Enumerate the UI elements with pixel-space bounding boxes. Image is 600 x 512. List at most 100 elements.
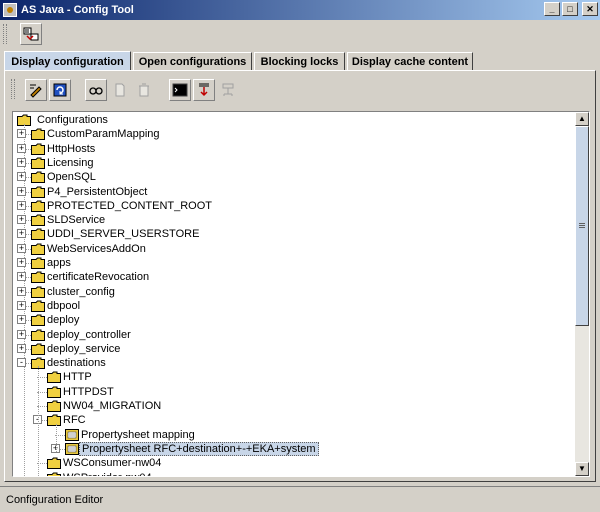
display-configuration-panel: Configurations + CustomParamMapping + HttpHo… bbox=[4, 70, 596, 482]
expand-icon[interactable]: + bbox=[17, 300, 26, 310]
search-button[interactable] bbox=[85, 79, 107, 101]
scroll-thumb[interactable] bbox=[575, 126, 589, 326]
tree-node-label: SLDService bbox=[47, 214, 106, 227]
tree-node[interactable]: + OpenSQL bbox=[13, 170, 573, 184]
maximize-button[interactable]: □ bbox=[562, 2, 578, 16]
tab-open-configurations[interactable]: Open configurations bbox=[133, 52, 252, 70]
tree-node[interactable]: HTTPDST bbox=[13, 385, 573, 399]
tab-blocking-locks[interactable]: Blocking locks bbox=[254, 52, 345, 70]
status-text: Configuration Editor bbox=[6, 493, 104, 506]
scroll-up-button[interactable]: ▲ bbox=[575, 112, 589, 126]
delete-button[interactable] bbox=[133, 79, 155, 101]
new-document-button[interactable] bbox=[109, 79, 131, 101]
tree-node-label: Propertysheet mapping bbox=[81, 428, 195, 441]
tree-node-label: cluster_config bbox=[47, 285, 115, 298]
expand-icon[interactable]: + bbox=[17, 286, 26, 296]
expand-icon[interactable]: + bbox=[17, 157, 26, 167]
tree-node[interactable]: + SLDService bbox=[13, 213, 573, 227]
expand-icon[interactable]: + bbox=[17, 129, 26, 139]
tree-node-label: WebServicesAddOn bbox=[47, 242, 146, 255]
tree-node-label: NW04_MIGRATION bbox=[63, 400, 162, 412]
tree-node-label: P4_PersistentObject bbox=[47, 185, 148, 198]
search-icon bbox=[89, 87, 103, 95]
tree-node-label: deploy bbox=[47, 314, 80, 327]
tree-node[interactable]: + cluster_config bbox=[13, 285, 573, 299]
export-button[interactable] bbox=[217, 79, 239, 101]
console-button[interactable] bbox=[169, 79, 191, 101]
collapse-icon[interactable]: - bbox=[17, 358, 26, 368]
expand-icon[interactable]: + bbox=[17, 343, 26, 353]
tab-label: Open configurations bbox=[138, 55, 247, 68]
tree-node[interactable]: + apps bbox=[13, 256, 573, 270]
toolbar-grip[interactable] bbox=[11, 79, 15, 99]
tree-node[interactable]: + certificateRevocation bbox=[13, 270, 573, 284]
tree-node[interactable]: HTTP bbox=[13, 370, 573, 384]
tree-node[interactable]: + UDDI_SERVER_USERSTORE bbox=[13, 227, 573, 241]
tree-node-label: dbpool bbox=[47, 299, 81, 312]
tree-node[interactable]: + deploy_service bbox=[13, 342, 573, 356]
refresh-button[interactable] bbox=[49, 79, 71, 101]
expand-icon[interactable]: + bbox=[17, 172, 26, 182]
delete-icon bbox=[139, 83, 149, 97]
import-button[interactable] bbox=[193, 79, 215, 101]
tree-node-label: UDDI_SERVER_USERSTORE bbox=[47, 228, 200, 241]
toolbar-grip[interactable] bbox=[3, 24, 7, 44]
edit-mode-button[interactable] bbox=[25, 79, 47, 101]
tree-rows: Configurations + CustomParamMapping + HttpHo… bbox=[13, 112, 577, 476]
expand-icon[interactable]: + bbox=[17, 315, 26, 325]
vertical-scrollbar[interactable]: ▲ ▼ bbox=[575, 112, 589, 476]
tree-node-label: OpenSQL bbox=[47, 171, 96, 184]
scroll-down-button[interactable]: ▼ bbox=[575, 462, 589, 476]
tree-node[interactable]: + P4_PersistentObject bbox=[13, 185, 573, 199]
minimize-button[interactable]: _ bbox=[544, 2, 560, 16]
tree-node-label: Propertysheet RFC+destination+-+EKA+syst… bbox=[79, 441, 319, 456]
tree-node[interactable]: + PROTECTED_CONTENT_ROOT bbox=[13, 199, 573, 213]
tab-label: Blocking locks bbox=[260, 55, 339, 68]
tree-node[interactable]: NW04_MIGRATION bbox=[13, 399, 573, 413]
expand-icon[interactable]: + bbox=[17, 229, 26, 239]
expand-icon[interactable]: + bbox=[17, 215, 26, 225]
tree-node-label: RFC bbox=[63, 414, 86, 427]
close-button[interactable]: ✕ bbox=[582, 2, 598, 16]
tree-node[interactable]: + Propertysheet RFC+destination+-+EKA+sys… bbox=[13, 441, 573, 456]
tree-node[interactable]: - destinations bbox=[13, 356, 573, 370]
tree-node-label: WSConsumer-nw04 bbox=[63, 457, 162, 470]
tree-node-label: deploy_service bbox=[47, 342, 121, 355]
tree-node[interactable]: + deploy_controller bbox=[13, 328, 573, 342]
expand-icon[interactable]: + bbox=[17, 186, 26, 196]
switch-mode-button[interactable] bbox=[20, 23, 42, 45]
tree-root[interactable]: Configurations bbox=[13, 113, 573, 127]
tree-node[interactable]: Propertysheet mapping bbox=[13, 428, 573, 442]
expand-icon[interactable]: + bbox=[17, 200, 26, 210]
tree-node[interactable]: + WebServicesAddOn bbox=[13, 242, 573, 256]
tree-node[interactable]: WSProvider-nw04 bbox=[13, 471, 573, 477]
expand-icon[interactable]: + bbox=[17, 143, 26, 153]
tree-node[interactable]: + Licensing bbox=[13, 156, 573, 170]
tree-guide-line bbox=[56, 423, 57, 453]
tree-node-label: CustomParamMapping bbox=[47, 128, 160, 141]
tree-node[interactable]: + deploy bbox=[13, 313, 573, 327]
tab-display-configuration[interactable]: Display configuration bbox=[4, 51, 131, 71]
tab-display-cache-content[interactable]: Display cache content bbox=[347, 52, 473, 70]
tree-node[interactable]: WSConsumer-nw04 bbox=[13, 456, 573, 470]
console-icon bbox=[172, 83, 188, 97]
main-toolbar bbox=[0, 20, 600, 48]
tree-node[interactable]: + CustomParamMapping bbox=[13, 127, 573, 141]
folder-icon bbox=[17, 114, 33, 126]
tree-node-label: Configurations bbox=[37, 114, 108, 126]
tree-node[interactable]: + dbpool bbox=[13, 299, 573, 313]
expand-icon[interactable]: + bbox=[17, 329, 26, 339]
window-controls: _ □ ✕ bbox=[544, 2, 598, 16]
refresh-icon bbox=[53, 83, 67, 97]
tab-label: Display cache content bbox=[351, 55, 469, 68]
expand-icon[interactable]: + bbox=[17, 258, 26, 267]
tree-node-label: PROTECTED_CONTENT_ROOT bbox=[47, 199, 213, 212]
expand-icon[interactable]: + bbox=[17, 272, 26, 282]
tree-node[interactable]: - RFC bbox=[13, 413, 573, 427]
expand-icon[interactable]: + bbox=[17, 243, 26, 253]
tree-node-label: WSProvider-nw04 bbox=[61, 471, 154, 477]
window-title: AS Java - Config Tool bbox=[21, 4, 134, 16]
configuration-tree: Configurations + CustomParamMapping + HttpHo… bbox=[12, 111, 590, 477]
switch-mode-icon bbox=[23, 27, 39, 41]
tree-node[interactable]: + HttpHosts bbox=[13, 142, 573, 156]
